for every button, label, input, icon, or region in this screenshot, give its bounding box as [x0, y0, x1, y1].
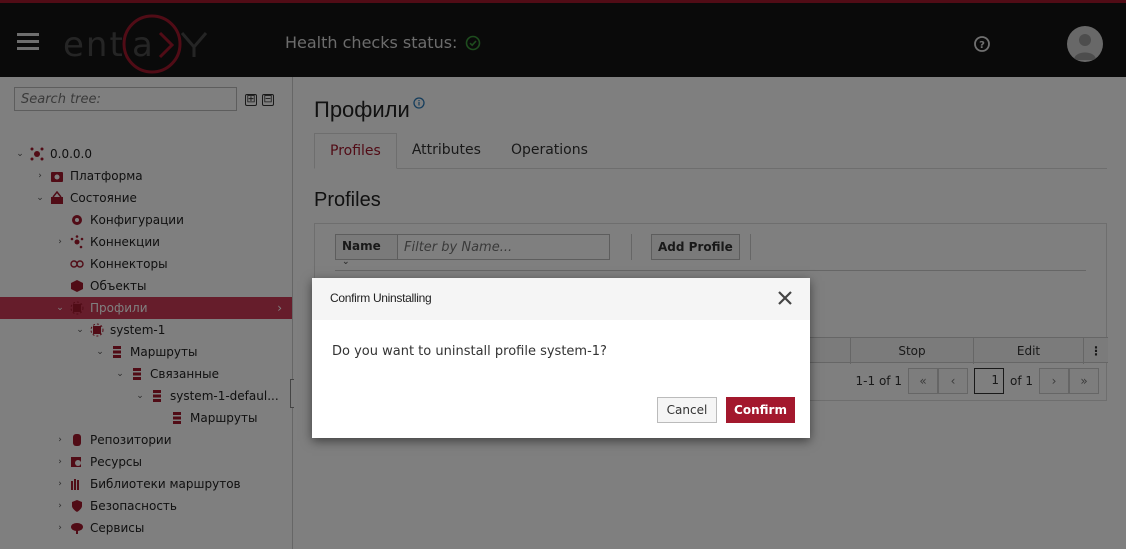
- cancel-button[interactable]: Cancel: [657, 397, 717, 423]
- close-icon[interactable]: [776, 289, 794, 307]
- confirm-uninstall-dialog: Confirm Uninstalling Do you want to unin…: [312, 278, 810, 438]
- dialog-header: Confirm Uninstalling: [312, 278, 810, 320]
- dialog-message: Do you want to uninstall profile system-…: [332, 344, 607, 359]
- dialog-title: Confirm Uninstalling: [330, 291, 432, 305]
- modal-backdrop[interactable]: [0, 0, 1126, 549]
- confirm-button[interactable]: Confirm: [726, 397, 795, 423]
